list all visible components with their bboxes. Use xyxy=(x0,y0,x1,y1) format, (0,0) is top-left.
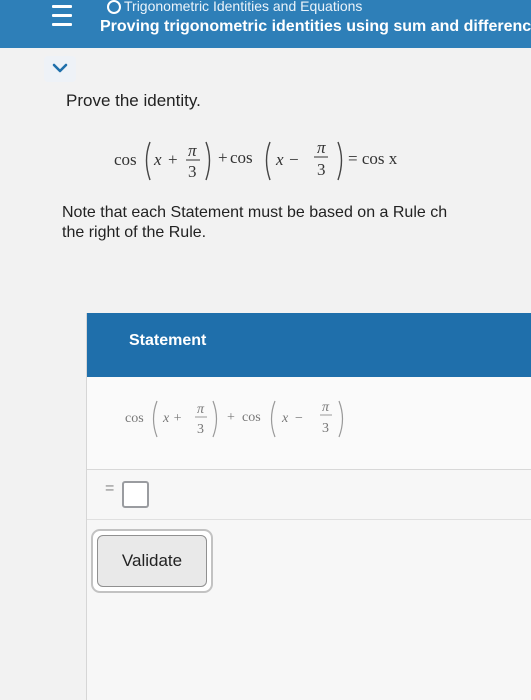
statement-plus: + xyxy=(227,410,235,425)
topic-label: Trigonometric Identities and Equations xyxy=(107,0,362,14)
note-line-1: Note that each Statement must be based o… xyxy=(62,204,448,221)
proof-table: Statement cos x + π 3 + cos x − π 3 = Va… xyxy=(86,313,531,700)
variable-x-2: x xyxy=(275,150,284,169)
validate-button[interactable]: Validate xyxy=(91,529,213,593)
top-bar: Trigonometric Identities and Equations P… xyxy=(0,0,531,48)
topic-status-icon xyxy=(107,0,121,14)
right-hand-side: = cos x xyxy=(348,149,398,168)
lesson-title: Proving trigonometric identities using s… xyxy=(100,18,531,35)
problem-prompt: Prove the identity. xyxy=(66,91,201,110)
validate-label: Validate xyxy=(97,535,207,587)
statement-denominator-2: 3 xyxy=(322,421,329,436)
pi-numerator-1: π xyxy=(188,141,197,160)
denominator-2: 3 xyxy=(317,160,326,179)
note-line-2: the right of the Rule. xyxy=(62,224,207,241)
identity-equation: cos x + π 3 + cos x − π 3 = cos x xyxy=(114,136,434,186)
statement-pi-2: π xyxy=(322,400,330,415)
statement-denominator-1: 3 xyxy=(197,422,204,437)
operator-plus-middle: + xyxy=(218,148,228,167)
given-statement-row: cos x + π 3 + cos x − π 3 xyxy=(87,377,531,470)
instruction-note: Note that each Statement must be based o… xyxy=(62,203,531,243)
cos-term-1: cos xyxy=(114,150,137,169)
collapse-toggle-button[interactable] xyxy=(44,56,76,82)
statement-cos-2: cos xyxy=(242,410,261,425)
statement-expression: cos x + π 3 + cos x − π 3 xyxy=(125,400,344,438)
answer-input[interactable] xyxy=(122,481,149,508)
variable-x-1: x xyxy=(153,150,162,169)
operator-plus-1: + xyxy=(168,150,178,169)
statement-arg-1: x + xyxy=(162,411,182,426)
equals-sign: = xyxy=(105,480,115,497)
answer-row: = xyxy=(87,469,531,520)
statement-cos-1: cos xyxy=(125,411,144,426)
chevron-down-icon xyxy=(52,63,68,73)
statement-minus: − xyxy=(295,411,303,426)
denominator-1: 3 xyxy=(188,162,197,181)
menu-icon[interactable] xyxy=(52,5,72,27)
statement-column-header: Statement xyxy=(87,313,531,377)
operator-minus: − xyxy=(289,150,299,169)
pi-numerator-2: π xyxy=(317,138,326,157)
statement-pi-1: π xyxy=(197,402,205,417)
cos-term-2: cos xyxy=(230,148,253,167)
statement-variable-x: x xyxy=(281,411,289,426)
